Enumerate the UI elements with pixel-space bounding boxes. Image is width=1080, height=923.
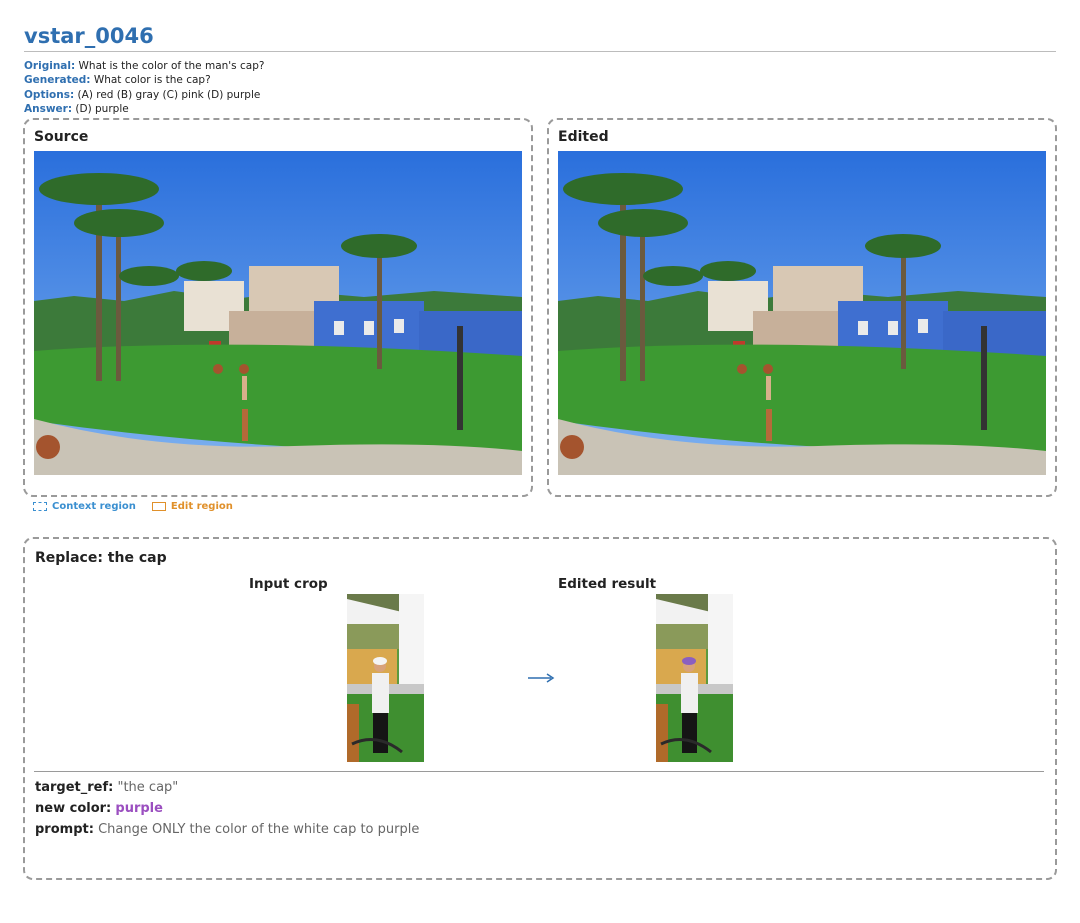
edited-image: [558, 151, 1046, 475]
source-panel-title: Source: [34, 129, 89, 145]
arrow-right-icon: [528, 673, 555, 683]
edited-scene: [558, 151, 1046, 475]
input-crop-label: Input crop: [249, 576, 328, 592]
legend-context: Context region: [33, 501, 136, 512]
field-prompt: prompt: Change ONLY the color of the whi…: [35, 822, 420, 837]
input-crop-image: [347, 594, 424, 762]
title-divider: [24, 51, 1056, 52]
edited-result-image: [656, 594, 733, 762]
page-title: vstar_0046: [24, 24, 154, 48]
meta-generated: Generated: What color is the cap?: [24, 74, 211, 87]
meta-options: Options: (A) red (B) gray (C) pink (D) p…: [24, 88, 261, 101]
region-legend: Context region Edit region: [33, 501, 233, 512]
fields-divider: [34, 771, 1044, 772]
context-swatch-icon: [33, 502, 47, 511]
edited-result-label: Edited result: [558, 576, 657, 592]
edit-swatch-icon: [151, 502, 166, 511]
meta-answer: Answer: (D) purple: [24, 102, 129, 115]
meta-original: Original: What is the color of the man's…: [24, 60, 265, 72]
question-meta: Original: What is the color of the man's…: [24, 59, 264, 116]
edited-panel-title: Edited: [558, 129, 609, 145]
input-crop-scene: [347, 594, 424, 762]
edited-result-scene: [656, 594, 733, 762]
source-scene: [34, 151, 522, 475]
field-target-ref: target_ref: "the cap": [35, 780, 179, 795]
field-new-color: new color: purple: [35, 801, 163, 816]
legend-edit: Edit region: [151, 501, 233, 512]
replace-panel-title: Replace: the cap: [35, 550, 167, 566]
source-image: [34, 151, 522, 475]
